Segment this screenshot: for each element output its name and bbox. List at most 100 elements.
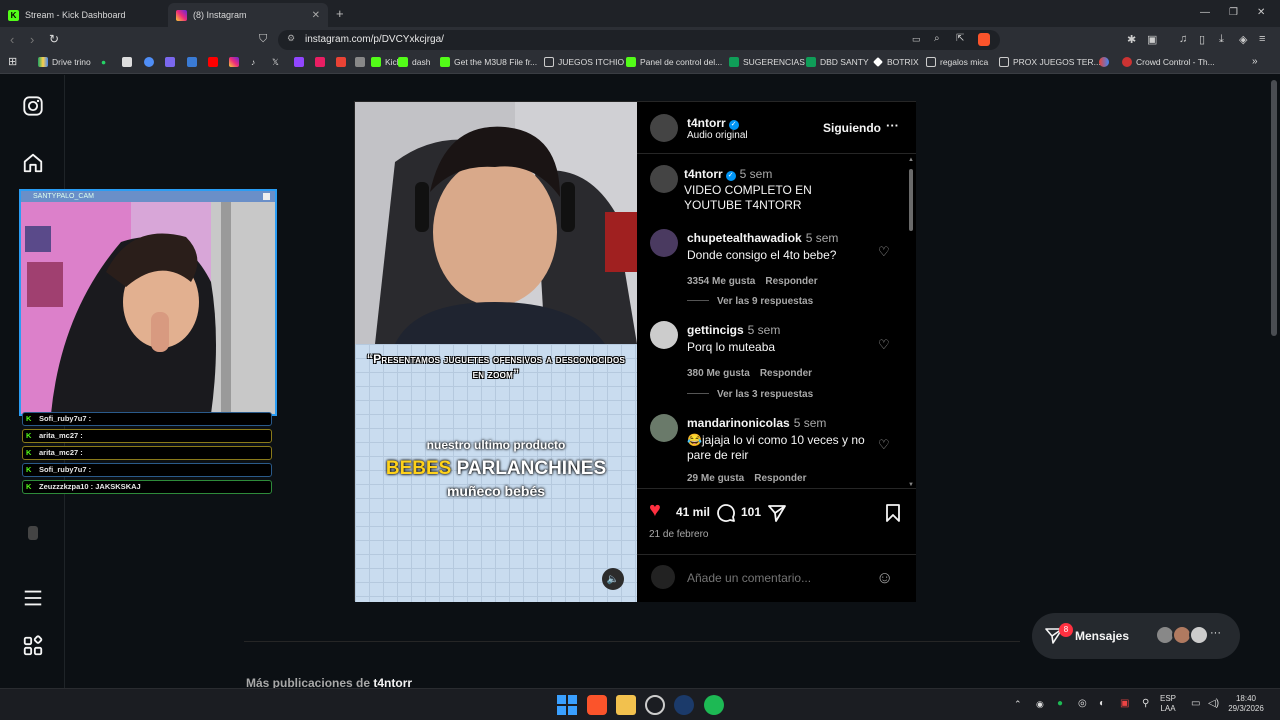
comment-username[interactable]: gettincigs xyxy=(687,323,744,337)
minimize-button[interactable]: — xyxy=(1200,7,1210,18)
more-options-icon[interactable]: ··· xyxy=(886,118,899,133)
reply-button[interactable]: Responder xyxy=(760,368,812,379)
share-icon[interactable] xyxy=(767,503,787,523)
home-icon[interactable] xyxy=(22,152,44,174)
new-tab-button[interactable]: + xyxy=(336,6,344,21)
windows-start-icon[interactable] xyxy=(557,695,577,715)
more-posts-username[interactable]: t4ntorr xyxy=(373,676,412,688)
bookmark-item[interactable]: BOTRIX xyxy=(873,57,919,67)
heart-icon[interactable]: ♡ xyxy=(878,337,890,353)
bookmark-item[interactable]: Kick xyxy=(371,57,401,67)
instagram-logo-icon[interactable] xyxy=(22,95,44,117)
comment-username[interactable]: chupetealthawadiok xyxy=(687,231,802,245)
sidebar-icon[interactable]: ▯ xyxy=(1199,33,1205,46)
menu-icon[interactable]: ≡ xyxy=(1259,33,1265,45)
zoom-icon[interactable]: ⌕ xyxy=(934,33,940,44)
comment-likes[interactable]: 3354 Me gusta xyxy=(687,276,755,287)
whatsapp-icon[interactable]: ● xyxy=(101,57,106,67)
comment-input[interactable] xyxy=(687,569,867,587)
bookmark-icon[interactable] xyxy=(355,57,369,67)
heart-icon[interactable]: ♡ xyxy=(878,244,890,260)
emoji-icon[interactable]: ☺ xyxy=(876,568,893,588)
comment-username[interactable]: mandarinonicolas xyxy=(687,416,790,430)
page-scroll-thumb[interactable] xyxy=(1271,80,1277,336)
comments-scroll-thumb[interactable] xyxy=(909,169,913,231)
bookmark-icon[interactable] xyxy=(165,57,179,67)
obs-tray-icon[interactable]: ◎ xyxy=(1078,698,1087,709)
tray-icon[interactable]: ▣ xyxy=(1120,698,1129,709)
comments-scrollbar[interactable]: ▲ ▼ xyxy=(907,157,915,492)
twitch-icon[interactable] xyxy=(294,57,308,67)
bookmark-icon[interactable] xyxy=(315,57,329,67)
youtube-icon[interactable] xyxy=(208,57,222,67)
bookmark-folder[interactable]: regalos mica xyxy=(926,57,988,67)
music-icon[interactable]: ♫ xyxy=(1179,33,1187,45)
comment-icon[interactable] xyxy=(716,503,736,523)
spotify-icon[interactable] xyxy=(704,695,724,715)
reload-button[interactable]: ↻ xyxy=(49,32,59,46)
apps-grid-icon[interactable]: ⊞ xyxy=(8,55,17,68)
vpn-icon[interactable]: ◈ xyxy=(1239,33,1247,46)
bookmark-item[interactable]: Panel de control del... xyxy=(626,57,722,67)
bookmark-item[interactable]: DBD SANTY xyxy=(806,57,869,67)
address-bar[interactable]: ⚙ instagram.com/p/DVCYxkcjrga/ ▭ ⌕ ⇱ xyxy=(278,30,1000,50)
tray-overflow-icon[interactable]: ⌃ xyxy=(1014,699,1022,710)
comments-count[interactable]: 101 xyxy=(741,505,761,519)
bookmark-item[interactable]: SUGERENCIAS xyxy=(729,57,805,67)
comment-avatar[interactable] xyxy=(650,229,678,257)
bookmark-item[interactable]: dash xyxy=(398,57,430,67)
bookmark-icon[interactable] xyxy=(144,57,158,67)
obs-icon[interactable] xyxy=(645,695,665,715)
bookmark-icon[interactable] xyxy=(1099,57,1113,67)
network-icon[interactable]: ▭ xyxy=(1191,698,1200,709)
tiktok-icon[interactable]: ♪ xyxy=(251,57,255,67)
comment-likes[interactable]: 29 Me gusta xyxy=(687,473,744,484)
forward-button[interactable]: › xyxy=(30,32,34,47)
maximize-button[interactable]: ❐ xyxy=(1229,7,1238,18)
heart-icon[interactable]: ♡ xyxy=(878,437,890,453)
likes-count[interactable]: 41 mil xyxy=(676,505,710,519)
page-scrollbar[interactable] xyxy=(1268,75,1280,688)
close-tab-icon[interactable]: ✕ xyxy=(312,10,320,21)
steam-tray-icon[interactable]: ◐ xyxy=(1099,698,1105,709)
tab-instagram[interactable]: (8) Instagram ✕ xyxy=(168,3,328,27)
brave-browser-icon[interactable] xyxy=(587,695,607,715)
author-avatar[interactable] xyxy=(650,114,678,142)
gmail-icon[interactable] xyxy=(336,57,350,67)
wallet-icon[interactable]: ▣ xyxy=(1147,33,1157,46)
menu-icon[interactable] xyxy=(22,587,44,609)
volume-icon[interactable]: ◁) xyxy=(1208,698,1219,709)
bookmark-icon[interactable] xyxy=(187,57,201,67)
following-button[interactable]: Siguiendo xyxy=(823,121,881,135)
tab-kick-dashboard[interactable]: K Stream - Kick Dashboard xyxy=(0,3,168,27)
comment-avatar[interactable] xyxy=(650,414,678,442)
close-window-button[interactable]: ✕ xyxy=(1257,7,1265,18)
cast-icon[interactable]: ▭ xyxy=(912,34,921,45)
x-icon[interactable]: 𝕏 xyxy=(272,57,279,68)
extensions-icon[interactable]: ✱ xyxy=(1127,33,1136,46)
reply-button[interactable]: Responder xyxy=(765,276,817,287)
audio-label[interactable]: Audio original xyxy=(687,130,748,141)
steam-icon[interactable] xyxy=(674,695,694,715)
share-icon[interactable]: ⇱ xyxy=(956,33,964,44)
bookmark-icon[interactable] xyxy=(122,57,136,67)
caption-avatar[interactable] xyxy=(650,165,678,193)
comment-likes[interactable]: 380 Me gusta xyxy=(687,368,750,379)
bookmark-folder[interactable]: JUEGOS ITCHIO xyxy=(544,57,624,67)
reply-button[interactable]: Responder xyxy=(754,473,806,484)
profile-avatar[interactable] xyxy=(28,526,38,540)
also-from-meta-icon[interactable] xyxy=(22,635,44,657)
caption-username[interactable]: t4ntorr xyxy=(684,167,723,181)
brave-shield-icon[interactable] xyxy=(978,33,990,46)
liked-heart-icon[interactable]: ♥ xyxy=(649,499,661,522)
messages-button[interactable]: 8 Mensajes ··· xyxy=(1032,613,1240,659)
downloads-icon[interactable]: ⤓ xyxy=(1219,33,1224,46)
save-icon[interactable] xyxy=(885,503,901,523)
bookmark-item[interactable]: Get the M3U8 File fr... xyxy=(440,57,537,67)
back-button[interactable]: ‹ xyxy=(10,32,14,47)
language-indicator[interactable]: ESP LAA xyxy=(1160,694,1176,714)
post-video[interactable]: “Presentamos juguetes ofensivos a descon… xyxy=(355,102,637,602)
comment-avatar[interactable] xyxy=(650,321,678,349)
spotify-tray-icon[interactable]: ● xyxy=(1057,698,1063,709)
site-settings-icon[interactable]: ⚙ xyxy=(287,33,295,44)
